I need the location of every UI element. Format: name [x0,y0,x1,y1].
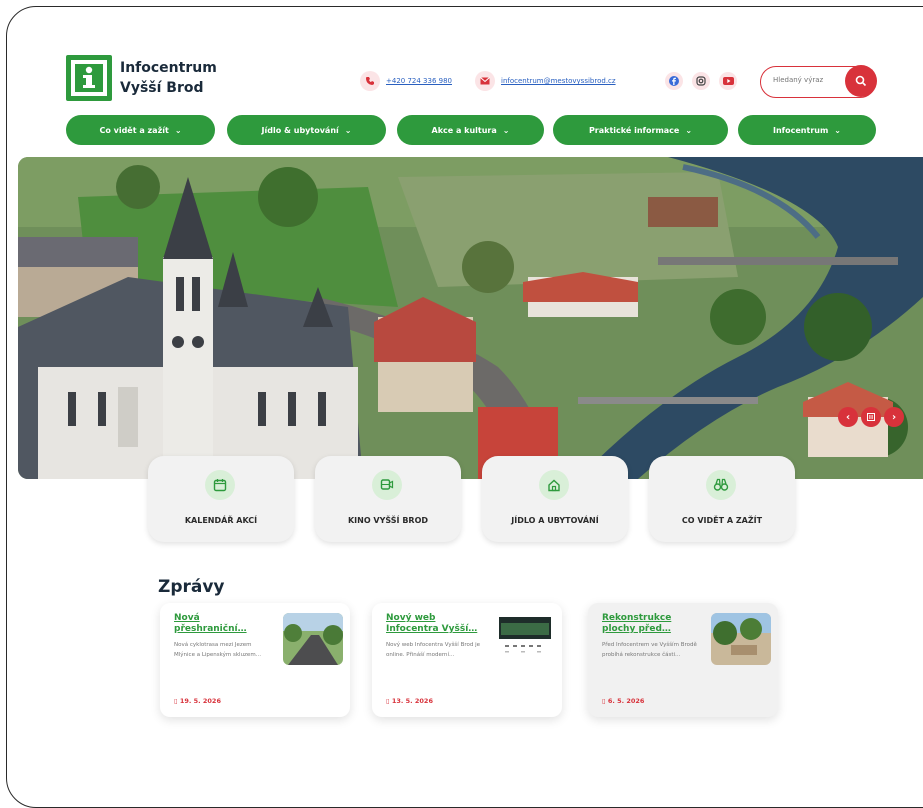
news-card[interactable]: Nová přeshraniční… Nová cyklotrasa mezi … [160,603,350,717]
news-date-text: 19. 5. 2026 [179,697,221,705]
site-title[interactable]: Infocentrum Vyšší Brod [120,58,217,98]
nav-prakticke[interactable]: Praktické informace ⌄ [553,115,728,145]
nav-label: Infocentrum [772,125,829,135]
quick-link-jidlo[interactable]: JÍDLO A UBYTOVÁNÍ [482,456,628,542]
nav-label: Co vidět a zažít [99,125,169,135]
search-button[interactable] [845,65,877,97]
news-excerpt: Nový web Infocentra Vyšší Brod je online… [386,642,481,658]
phone-icon [360,71,380,91]
calendar-icon: ▯ [174,697,178,705]
binoculars-icon [706,470,736,500]
mail-icon [475,71,495,91]
news-thumbnail [495,613,555,665]
nav-label: Jídlo & ubytování [261,125,339,135]
calendar-icon: ▯ [602,697,606,705]
news-excerpt: Nová cyklotrasa mezi Jezem Mlýnice a Lip… [174,642,262,658]
pause-icon [867,413,875,421]
calendar-icon [205,470,235,500]
news-excerpt: Před Infocentrem ve Vyšším Brodě probíhá… [602,642,697,658]
quick-link-label: KALENDÁŘ AKCÍ [184,516,258,525]
site-title-line1: Infocentrum [120,60,217,76]
nav-label: Praktické informace [588,125,680,135]
email-address: infocentrum@mestovyssibrod.cz [501,77,616,85]
news-thumbnail [283,613,343,665]
social-links [665,72,737,90]
news-title-link[interactable]: Rekonstrukce plochy před… [602,613,702,635]
chevron-down-icon: ⌄ [174,125,182,135]
home-icon [539,470,569,500]
news-date: ▯ 13. 5. 2026 [386,697,433,705]
quick-link-co-videt[interactable]: CO VIDĚT A ZAŽÍT [649,456,795,542]
phone-link[interactable]: +420 724 336 980 [360,71,452,91]
news-card[interactable]: Nový web Infocentra Vyšší… Nový web Info… [372,603,562,717]
email-link[interactable]: infocentrum@mestovyssibrod.cz [475,71,616,91]
search-icon [855,75,867,87]
news-date-text: 6. 5. 2026 [607,697,645,705]
quick-link-kino[interactable]: KINO VYŠŠÍ BROD [315,456,461,542]
calendar-icon: ▯ [386,697,390,705]
logo[interactable] [66,55,112,101]
next-slide-button[interactable]: › [884,407,904,427]
quick-link-kalendar[interactable]: KALENDÁŘ AKCÍ [148,456,294,542]
youtube-icon[interactable] [719,72,737,90]
chevron-down-icon: ⌄ [834,125,841,135]
cinema-icon [372,470,402,500]
nav-label: Akce a kultura [431,125,497,135]
pause-slide-button[interactable] [861,407,881,427]
chevron-down-icon: ⌄ [502,125,510,135]
news-title-link[interactable]: Nová přeshraniční… [174,613,274,635]
quick-link-label: CO VIDĚT A ZAŽÍT [681,516,763,525]
slider-controls: ‹ › [838,407,904,427]
info-icon [71,60,107,96]
news-card[interactable]: Rekonstrukce plochy před… Před Infocentr… [588,603,778,717]
hero-aerial-photo [18,157,923,479]
search-input[interactable] [771,75,835,85]
chevron-down-icon: ⌄ [685,125,693,135]
instagram-icon[interactable] [692,72,710,90]
facebook-icon[interactable] [665,72,683,90]
site-title-line2: Vyšší Brod [120,80,204,96]
prev-slide-button[interactable]: ‹ [838,407,858,427]
quick-link-label: KINO VYŠŠÍ BROD [347,516,429,525]
news-heading: Zprávy [158,577,225,597]
news-date: ▯ 19. 5. 2026 [174,697,221,705]
nav-infocentrum[interactable]: Infocentrum ⌄ [738,115,876,145]
news-date-text: 13. 5. 2026 [391,697,433,705]
nav-jidlo[interactable]: Jídlo & ubytování ⌄ [227,115,386,145]
phone-number: +420 724 336 980 [386,77,452,85]
news-thumbnail [711,613,771,665]
nav-co-videt[interactable]: Co vidět a zažít ⌄ [66,115,215,145]
news-title-link[interactable]: Nový web Infocentra Vyšší… [386,613,486,635]
hero-image [18,157,923,479]
search-box [760,65,877,98]
news-date: ▯ 6. 5. 2026 [602,697,644,705]
chevron-down-icon: ⌄ [344,125,352,135]
quick-link-label: JÍDLO A UBYTOVÁNÍ [511,516,599,525]
nav-akce[interactable]: Akce a kultura ⌄ [397,115,544,145]
